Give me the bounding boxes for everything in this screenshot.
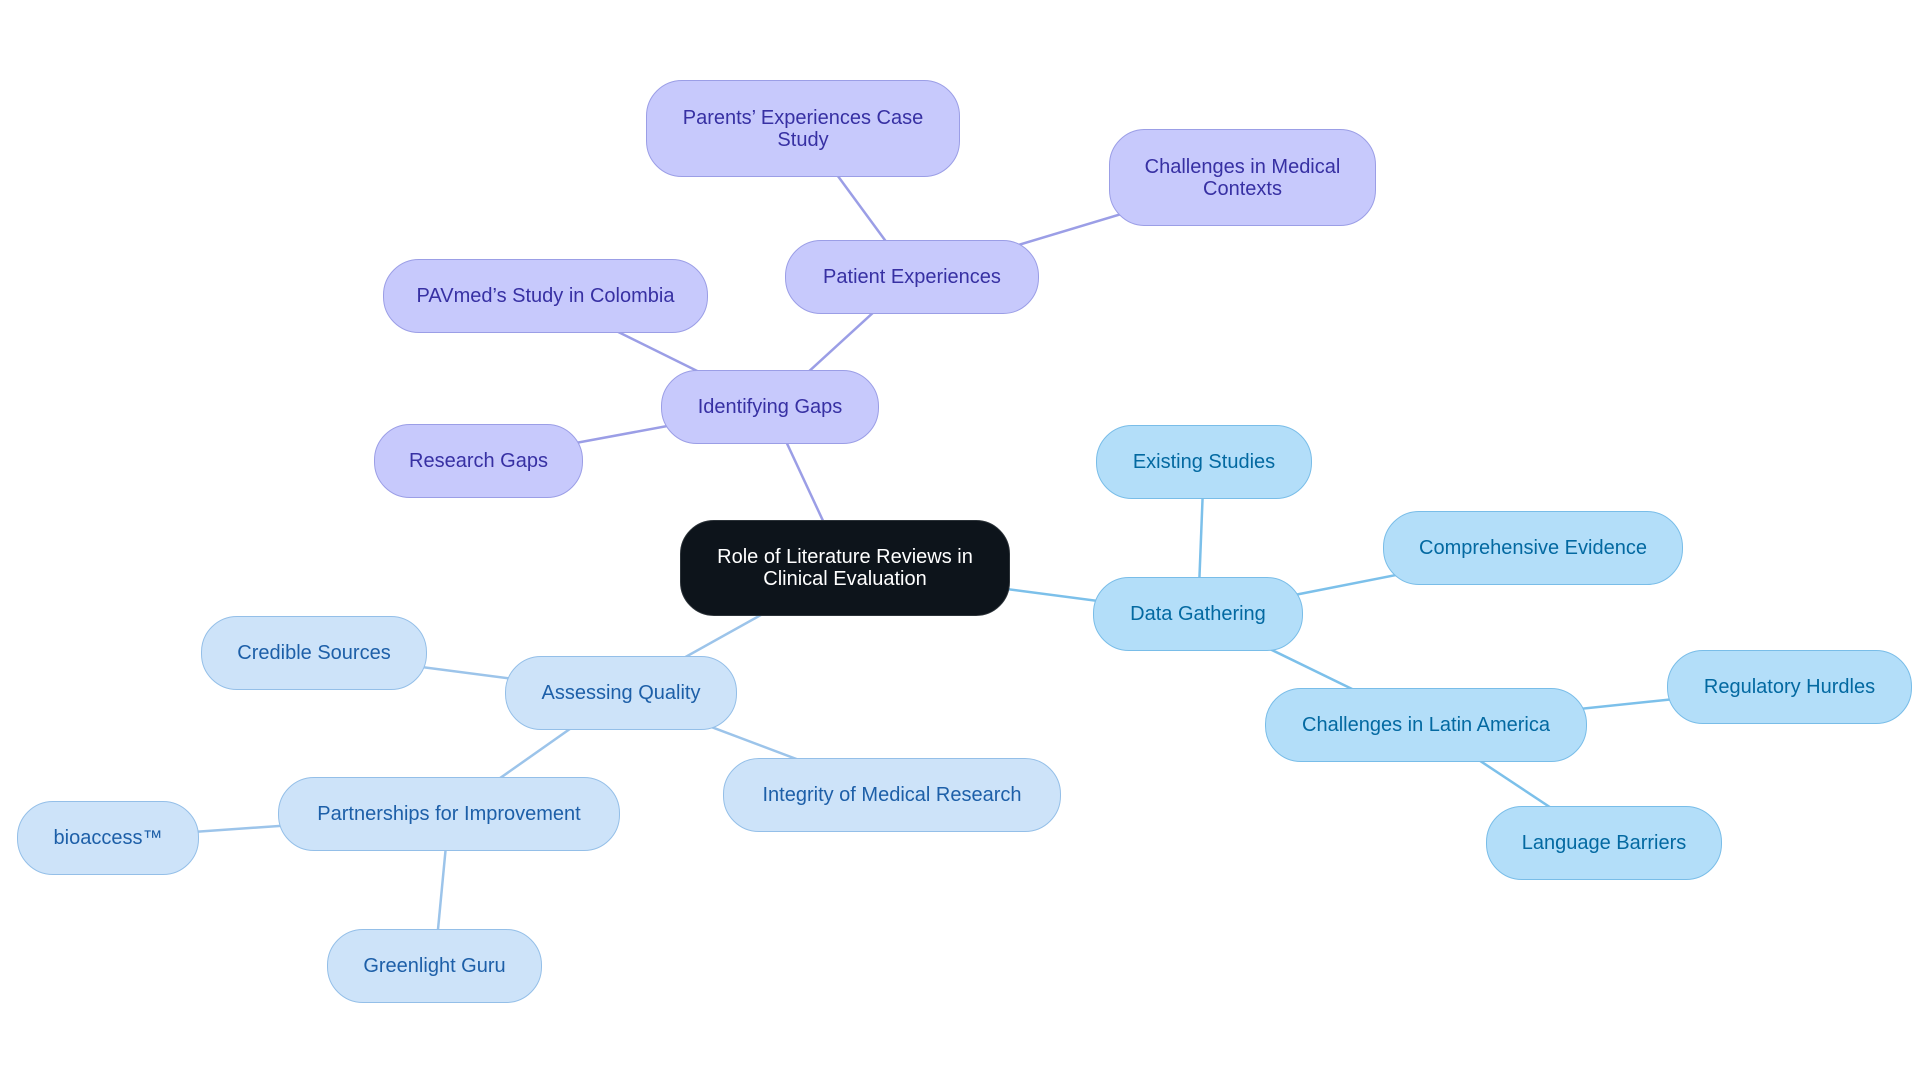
node-label: Research Gaps xyxy=(409,450,548,472)
node-research-gaps[interactable]: Research Gaps xyxy=(374,424,583,498)
node-label: Challenges in Medical Contexts xyxy=(1144,155,1341,200)
node-credible-sources[interactable]: Credible Sources xyxy=(201,616,427,690)
node-label: Integrity of Medical Research xyxy=(762,784,1022,806)
node-language-barriers[interactable]: Language Barriers xyxy=(1486,806,1722,880)
node-label: Partnerships for Improvement xyxy=(317,803,581,825)
node-label: Regulatory Hurdles xyxy=(1703,676,1876,698)
node-parents-case-study[interactable]: Parents’ Experiences Case Study xyxy=(646,80,960,177)
node-label: Greenlight Guru xyxy=(363,955,506,977)
node-label: Credible Sources xyxy=(237,642,391,664)
node-label: Parents’ Experiences Case Study xyxy=(682,106,924,151)
node-label: Assessing Quality xyxy=(541,682,701,704)
node-existing-studies[interactable]: Existing Studies xyxy=(1096,425,1312,499)
root-node-label: Role of Literature Reviews in Clinical E… xyxy=(717,546,973,590)
node-label: Patient Experiences xyxy=(823,266,1001,288)
node-comprehensive-evidence[interactable]: Comprehensive Evidence xyxy=(1383,511,1683,585)
node-challenges-latin-america[interactable]: Challenges in Latin America xyxy=(1265,688,1587,762)
node-greenlight-guru[interactable]: Greenlight Guru xyxy=(327,929,542,1003)
node-identifying-gaps[interactable]: Identifying Gaps xyxy=(661,370,879,444)
node-data-gathering[interactable]: Data Gathering xyxy=(1093,577,1303,651)
node-regulatory-hurdles[interactable]: Regulatory Hurdles xyxy=(1667,650,1912,724)
node-label: PAVmed’s Study in Colombia xyxy=(416,285,675,307)
node-label: Existing Studies xyxy=(1132,451,1276,473)
node-partnerships-improvement[interactable]: Partnerships for Improvement xyxy=(278,777,620,851)
root-node[interactable]: Role of Literature Reviews in Clinical E… xyxy=(680,520,1010,616)
node-integrity-medical-research[interactable]: Integrity of Medical Research xyxy=(723,758,1061,832)
node-pavmed-study[interactable]: PAVmed’s Study in Colombia xyxy=(383,259,708,333)
node-label: Challenges in Latin America xyxy=(1302,714,1550,736)
node-bioaccess[interactable]: bioaccess™ xyxy=(17,801,199,875)
node-patient-experiences[interactable]: Patient Experiences xyxy=(785,240,1039,314)
node-label: Data Gathering xyxy=(1130,603,1266,625)
node-label: Comprehensive Evidence xyxy=(1419,537,1647,559)
node-assessing-quality[interactable]: Assessing Quality xyxy=(505,656,737,730)
node-label: Identifying Gaps xyxy=(697,396,843,418)
node-label: Language Barriers xyxy=(1521,832,1687,854)
node-challenges-medical-contexts[interactable]: Challenges in Medical Contexts xyxy=(1109,129,1376,226)
node-label: bioaccess™ xyxy=(53,827,163,849)
